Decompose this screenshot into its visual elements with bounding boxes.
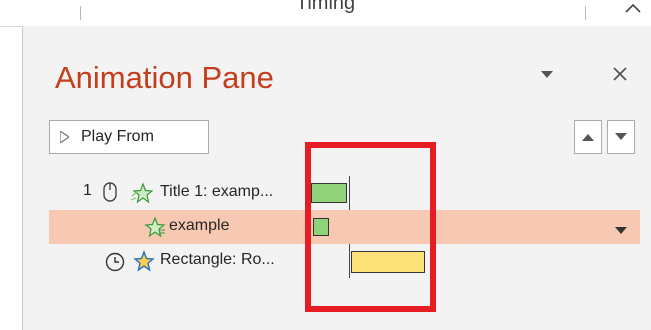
item-dropdown-icon[interactable] bbox=[615, 222, 627, 240]
highlight-annotation-box bbox=[305, 142, 436, 312]
triangle-up-icon bbox=[582, 134, 594, 141]
clock-icon bbox=[105, 252, 125, 277]
item-label: Rectangle: Ro... bbox=[160, 251, 275, 268]
close-icon bbox=[613, 67, 627, 81]
blue-star-icon bbox=[133, 250, 155, 277]
ribbon-strip: Timing bbox=[0, 0, 651, 27]
green-star-icon bbox=[130, 182, 154, 209]
mouse-click-icon bbox=[103, 182, 117, 207]
item-label: Title 1: examp... bbox=[160, 183, 274, 200]
move-down-button[interactable] bbox=[607, 120, 635, 154]
ribbon-separator bbox=[585, 6, 586, 20]
play-from-label: Play From bbox=[81, 128, 154, 145]
item-label: example bbox=[169, 217, 230, 234]
ribbon-group-label: Timing bbox=[295, 0, 356, 14]
play-icon bbox=[60, 131, 69, 143]
play-from-button[interactable]: Play From bbox=[49, 120, 209, 154]
pane-options-dropdown-icon[interactable] bbox=[534, 62, 560, 88]
close-pane-button[interactable] bbox=[605, 60, 635, 90]
green-star-icon bbox=[144, 216, 166, 243]
triangle-down-icon bbox=[615, 133, 627, 140]
move-up-button[interactable] bbox=[574, 120, 602, 154]
collapse-ribbon-chevron-up-icon[interactable] bbox=[618, 0, 648, 21]
item-number: 1 bbox=[83, 182, 92, 199]
pane-title: Animation Pane bbox=[55, 60, 274, 95]
